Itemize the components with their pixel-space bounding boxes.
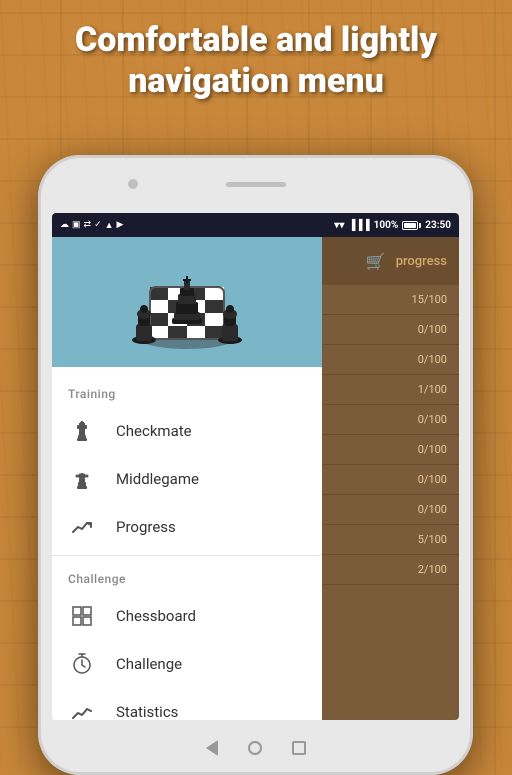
wifi-icon: ▾▾ — [334, 220, 344, 231]
battery-icon — [402, 221, 421, 230]
progress-header-label: progress — [396, 254, 447, 269]
queen-icon — [68, 467, 96, 491]
progress-label: Progress — [116, 518, 176, 536]
cloud-icon: ☁ — [60, 220, 69, 230]
app-header: Comfortable and lightly navigation menu — [0, 20, 512, 102]
statistics-label: Statistics — [116, 703, 178, 720]
cart-icon[interactable]: 🛒 — [366, 252, 386, 271]
progress-row-5: 0/100 — [322, 435, 459, 465]
statistics-icon — [68, 700, 96, 720]
progress-panel: 🛒 progress 15/100 0/100 0/100 1/100 0/10… — [322, 237, 459, 720]
status-bar: ☁ ▣ ⇄ ✓ ▲ ▶ ▾▾ ▐▐▐ 100% 23:50 — [52, 213, 459, 237]
menu-item-progress[interactable]: Progress — [52, 503, 322, 551]
menu-item-challenge[interactable]: Challenge — [52, 640, 322, 688]
front-camera — [128, 179, 138, 189]
nav-drawer: Training — [52, 237, 322, 720]
phone-top-bar — [38, 155, 473, 213]
battery-body — [402, 221, 418, 230]
grid-icon — [68, 604, 96, 628]
speaker — [226, 182, 286, 187]
progress-row-0: 15/100 — [322, 285, 459, 315]
drawer-menu: Training — [52, 367, 322, 720]
challenge-label: Challenge — [116, 655, 182, 673]
recents-button[interactable] — [292, 741, 306, 755]
progress-row-1: 0/100 — [322, 315, 459, 345]
menu-item-checkmate[interactable]: Checkmate — [52, 407, 322, 455]
menu-item-chessboard[interactable]: Chessboard — [52, 592, 322, 640]
drawer-header — [52, 237, 322, 367]
menu-item-statistics[interactable]: Statistics — [52, 688, 322, 720]
chess-logo — [122, 242, 252, 362]
trend-icon — [68, 515, 96, 539]
chess-logo-svg — [122, 242, 252, 362]
battery-tip — [419, 223, 421, 228]
progress-row-9: 2/100 — [322, 555, 459, 585]
check-icon: ✓ — [94, 220, 102, 230]
checkmate-label: Checkmate — [116, 422, 192, 440]
status-right: ▾▾ ▐▐▐ 100% 23:50 — [334, 220, 451, 231]
progress-rows: 15/100 0/100 0/100 1/100 0/100 0/100 0/1… — [322, 285, 459, 720]
battery-fill — [404, 223, 416, 228]
challenge-section-label: Challenge — [52, 560, 322, 592]
image-icon: ▣ — [72, 220, 81, 230]
home-button[interactable] — [248, 741, 262, 755]
timer-icon — [68, 652, 96, 676]
training-section-label: Training — [52, 375, 322, 407]
progress-row-3: 1/100 — [322, 375, 459, 405]
menu-item-middlegame[interactable]: Middlegame — [52, 455, 322, 503]
progress-row-8: 5/100 — [322, 525, 459, 555]
play-icon: ▶ — [117, 220, 124, 230]
progress-row-4: 0/100 — [322, 405, 459, 435]
clock: 23:50 — [425, 220, 451, 231]
headline: Comfortable and lightly navigation menu — [0, 20, 512, 102]
progress-row-2: 0/100 — [322, 345, 459, 375]
chessboard-label: Chessboard — [116, 607, 196, 625]
screen-content: Training — [52, 237, 459, 720]
menu-divider — [52, 555, 322, 556]
battery-percent: 100% — [374, 220, 399, 231]
signal-icon: ▐▐▐ — [348, 220, 369, 231]
middlegame-label: Middlegame — [116, 470, 199, 488]
phone-bottom-nav — [38, 720, 473, 775]
progress-header: 🛒 progress — [322, 237, 459, 285]
sync-icon: ⇄ — [84, 220, 92, 230]
king-icon — [68, 419, 96, 443]
phone-mockup: ☁ ▣ ⇄ ✓ ▲ ▶ ▾▾ ▐▐▐ 100% 23:50 — [38, 155, 473, 775]
phone-screen: ☁ ▣ ⇄ ✓ ▲ ▶ ▾▾ ▐▐▐ 100% 23:50 — [52, 213, 459, 720]
progress-row-6: 0/100 — [322, 465, 459, 495]
progress-row-7: 0/100 — [322, 495, 459, 525]
back-button[interactable] — [206, 740, 218, 756]
status-icons-left: ☁ ▣ ⇄ ✓ ▲ ▶ — [60, 220, 123, 231]
alert-icon: ▲ — [105, 220, 114, 231]
